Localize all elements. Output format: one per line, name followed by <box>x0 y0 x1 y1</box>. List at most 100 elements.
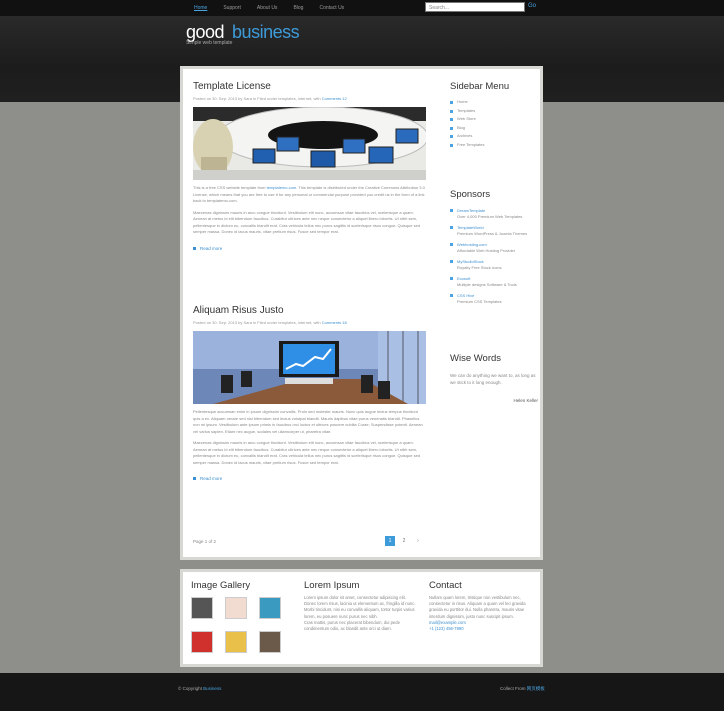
post-meta-text: Posted on 30. Sep, 2013 by Sara in Filed… <box>193 320 321 325</box>
post-text-1: This is a free CSS website template from… <box>193 185 426 205</box>
post-meta: Posted on 30. Sep, 2013 by Sara in Filed… <box>193 320 426 325</box>
gallery-thumb[interactable] <box>225 631 247 653</box>
post-image-laptops <box>193 107 426 180</box>
site-footer <box>0 673 724 711</box>
sponsor-item[interactable]: Ecosoft Multiple designs Software & Tools <box>450 276 538 287</box>
page-2-button[interactable]: 2 <box>399 536 409 546</box>
sidebar-menu-list: Home Templates Web Store Blog Archives F… <box>450 98 538 150</box>
sponsor-item[interactable]: DreamTemplate Over 4,000 Premium Web Temp… <box>450 208 538 219</box>
site-slogan: Simple web template <box>186 40 233 46</box>
sponsor-name[interactable]: TemplateWorld <box>457 225 538 230</box>
sponsor-desc: Over 4,000 Premium Web Templates <box>457 214 523 219</box>
main-content-panel: Template License Posted on 30. Sep, 2013… <box>180 66 543 560</box>
sponsor-item[interactable]: MyStudioStock Royalty Free Stock Icons <box>450 259 538 270</box>
sidebar-item-home[interactable]: Home <box>450 98 538 107</box>
search-go-button[interactable]: Go <box>528 3 536 9</box>
blog-post-2: Aliquam Risus Justo Posted on 30. Sep, 2… <box>193 305 426 481</box>
post-meta: Posted on 30. Sep, 2013 by Sara in Filed… <box>193 96 426 101</box>
sponsor-desc: Royalty Free Stock Icons <box>457 265 502 270</box>
copyright-text: © Copyright Business <box>178 686 221 691</box>
post-text-1a: This is a free CSS website template from <box>193 185 266 190</box>
sidebar-item-templates[interactable]: Templates <box>450 107 538 116</box>
sponsor-name[interactable]: DreamTemplate <box>457 208 538 213</box>
quote-author: Helen Keller <box>513 398 538 403</box>
sponsor-name[interactable]: CSS Hive <box>457 293 538 298</box>
lorem-ipsum-section: Lorem Ipsum Lorem ipsum dolor sit amet, … <box>304 580 418 632</box>
sponsor-desc: Affordable Web Hosting Provider <box>457 248 516 253</box>
credit-text: Collect From 网页模板 <box>500 686 545 692</box>
pagination-label: Page 1 of 2 <box>193 539 217 544</box>
wise-words-section: Wise Words We can do anything we want to… <box>450 353 538 403</box>
contact-description: Nullam quam lorem, tristique non vestibu… <box>429 595 526 619</box>
lorem-item[interactable]: Cras mattis, purus nec placerat bibendum… <box>304 620 418 632</box>
sidebar-item-archives[interactable]: Archives <box>450 132 538 141</box>
sponsor-name[interactable]: MyStudioStock <box>457 259 538 264</box>
sidebar-item-web-store[interactable]: Web Store <box>450 115 538 124</box>
nav-support[interactable]: Support <box>215 0 249 16</box>
sidebar-menu-title: Sidebar Menu <box>450 81 510 92</box>
main-nav: Home Support About Us Blog Contact Us <box>186 0 352 16</box>
credit-link[interactable]: 网页模板 <box>527 686 545 691</box>
sponsor-item[interactable]: CSS Hive Premium CSS Templates <box>450 293 538 304</box>
copyright-label: © Copyright <box>178 686 202 691</box>
page-1-button[interactable]: 1 <box>385 536 395 546</box>
post-comments-link[interactable]: Comments 12 <box>322 96 347 101</box>
post-image-boardroom <box>193 331 426 404</box>
sponsors-list: DreamTemplate Over 4,000 Premium Web Temp… <box>450 208 538 304</box>
blog-post-1: Template License Posted on 30. Sep, 2013… <box>193 81 426 251</box>
top-navigation-bar: Home Support About Us Blog Contact Us Se… <box>0 0 724 16</box>
laptops-table-illustration <box>193 107 426 180</box>
sponsor-desc: Premium WordPress & Joomla Themes <box>457 231 528 236</box>
sponsor-item[interactable]: Webhosting.com Affordable Web Hosting Pro… <box>450 242 538 253</box>
gallery-thumb[interactable] <box>191 631 213 653</box>
gallery-thumb[interactable] <box>191 597 213 619</box>
sponsor-desc: Multiple designs Software & Tools <box>457 282 517 287</box>
gallery-thumb[interactable] <box>225 597 247 619</box>
sponsor-desc: Premium CSS Templates <box>457 299 502 304</box>
company-link[interactable]: Business <box>203 686 221 691</box>
sponsor-name[interactable]: Ecosoft <box>457 276 538 281</box>
wise-words-title: Wise Words <box>450 353 502 364</box>
nav-about-us[interactable]: About Us <box>249 0 286 16</box>
lorem-item[interactable]: Morbi tincidunt, nisi eu convallis aliqu… <box>304 607 418 619</box>
sponsor-name[interactable]: Webhosting.com <box>457 242 538 247</box>
post-text-2: Maecenas dignissim mauris in arcu congue… <box>193 209 421 235</box>
post-text-1: Pellentesque accumsan enim in ipsum dign… <box>193 409 423 434</box>
post-comments-link[interactable]: Comments 18 <box>322 320 347 325</box>
sidebar-item-blog[interactable]: Blog <box>450 124 538 133</box>
sidebar-item-free-templates[interactable]: Free Templates <box>450 141 538 150</box>
boardroom-illustration <box>193 331 426 404</box>
gallery-title: Image Gallery <box>191 580 251 591</box>
contact-section: Contact Nullam quam lorem, tristique non… <box>429 580 529 632</box>
sponsors-section: Sponsors DreamTemplate Over 4,000 Premium… <box>450 189 538 310</box>
contact-email-link[interactable]: mail@example.com <box>429 620 466 625</box>
post-text-2: Maecenas dignissim mauris in arcu congue… <box>193 440 421 465</box>
contact-title: Contact <box>429 580 462 591</box>
logo-part-good: good <box>186 22 225 42</box>
footer-content-panel: Image Gallery Lorem Ipsum Lorem ipsum do… <box>180 569 543 667</box>
credit-label: Collect From <box>500 686 526 691</box>
next-page-button[interactable]: › <box>413 536 423 546</box>
templatemo-link[interactable]: templatemo.com <box>267 185 297 190</box>
sidebar-menu: Sidebar Menu Home Templates Web Store Bl… <box>450 81 538 150</box>
nav-home[interactable]: Home <box>186 0 215 16</box>
logo-part-business: business <box>232 22 300 42</box>
gallery-thumb[interactable] <box>259 597 281 619</box>
image-gallery-section: Image Gallery <box>191 580 291 653</box>
post-meta-text: Posted on 30. Sep, 2013 by Sara in Filed… <box>193 96 321 101</box>
nav-blog[interactable]: Blog <box>285 0 311 16</box>
lorem-list: Lorem ipsum dolor sit amet, consectetur … <box>304 595 418 632</box>
read-more-link[interactable]: Read more <box>193 476 426 481</box>
nav-contact-us[interactable]: Contact Us <box>311 0 352 16</box>
lorem-title: Lorem Ipsum <box>304 580 360 591</box>
post-title[interactable]: Aliquam Risus Justo <box>193 305 426 316</box>
post-title[interactable]: Template License <box>193 81 426 92</box>
contact-phone: +1 (123) 456-7890 <box>429 626 464 632</box>
read-more-link[interactable]: Read more <box>193 246 426 251</box>
search-input[interactable]: Search... <box>425 2 525 12</box>
sponsor-item[interactable]: TemplateWorld Premium WordPress & Joomla … <box>450 225 538 236</box>
quote-text: We can do anything we want to, as long a… <box>450 373 536 385</box>
sponsors-title: Sponsors <box>450 189 491 200</box>
gallery-thumb[interactable] <box>259 631 281 653</box>
gallery-grid <box>191 597 291 653</box>
